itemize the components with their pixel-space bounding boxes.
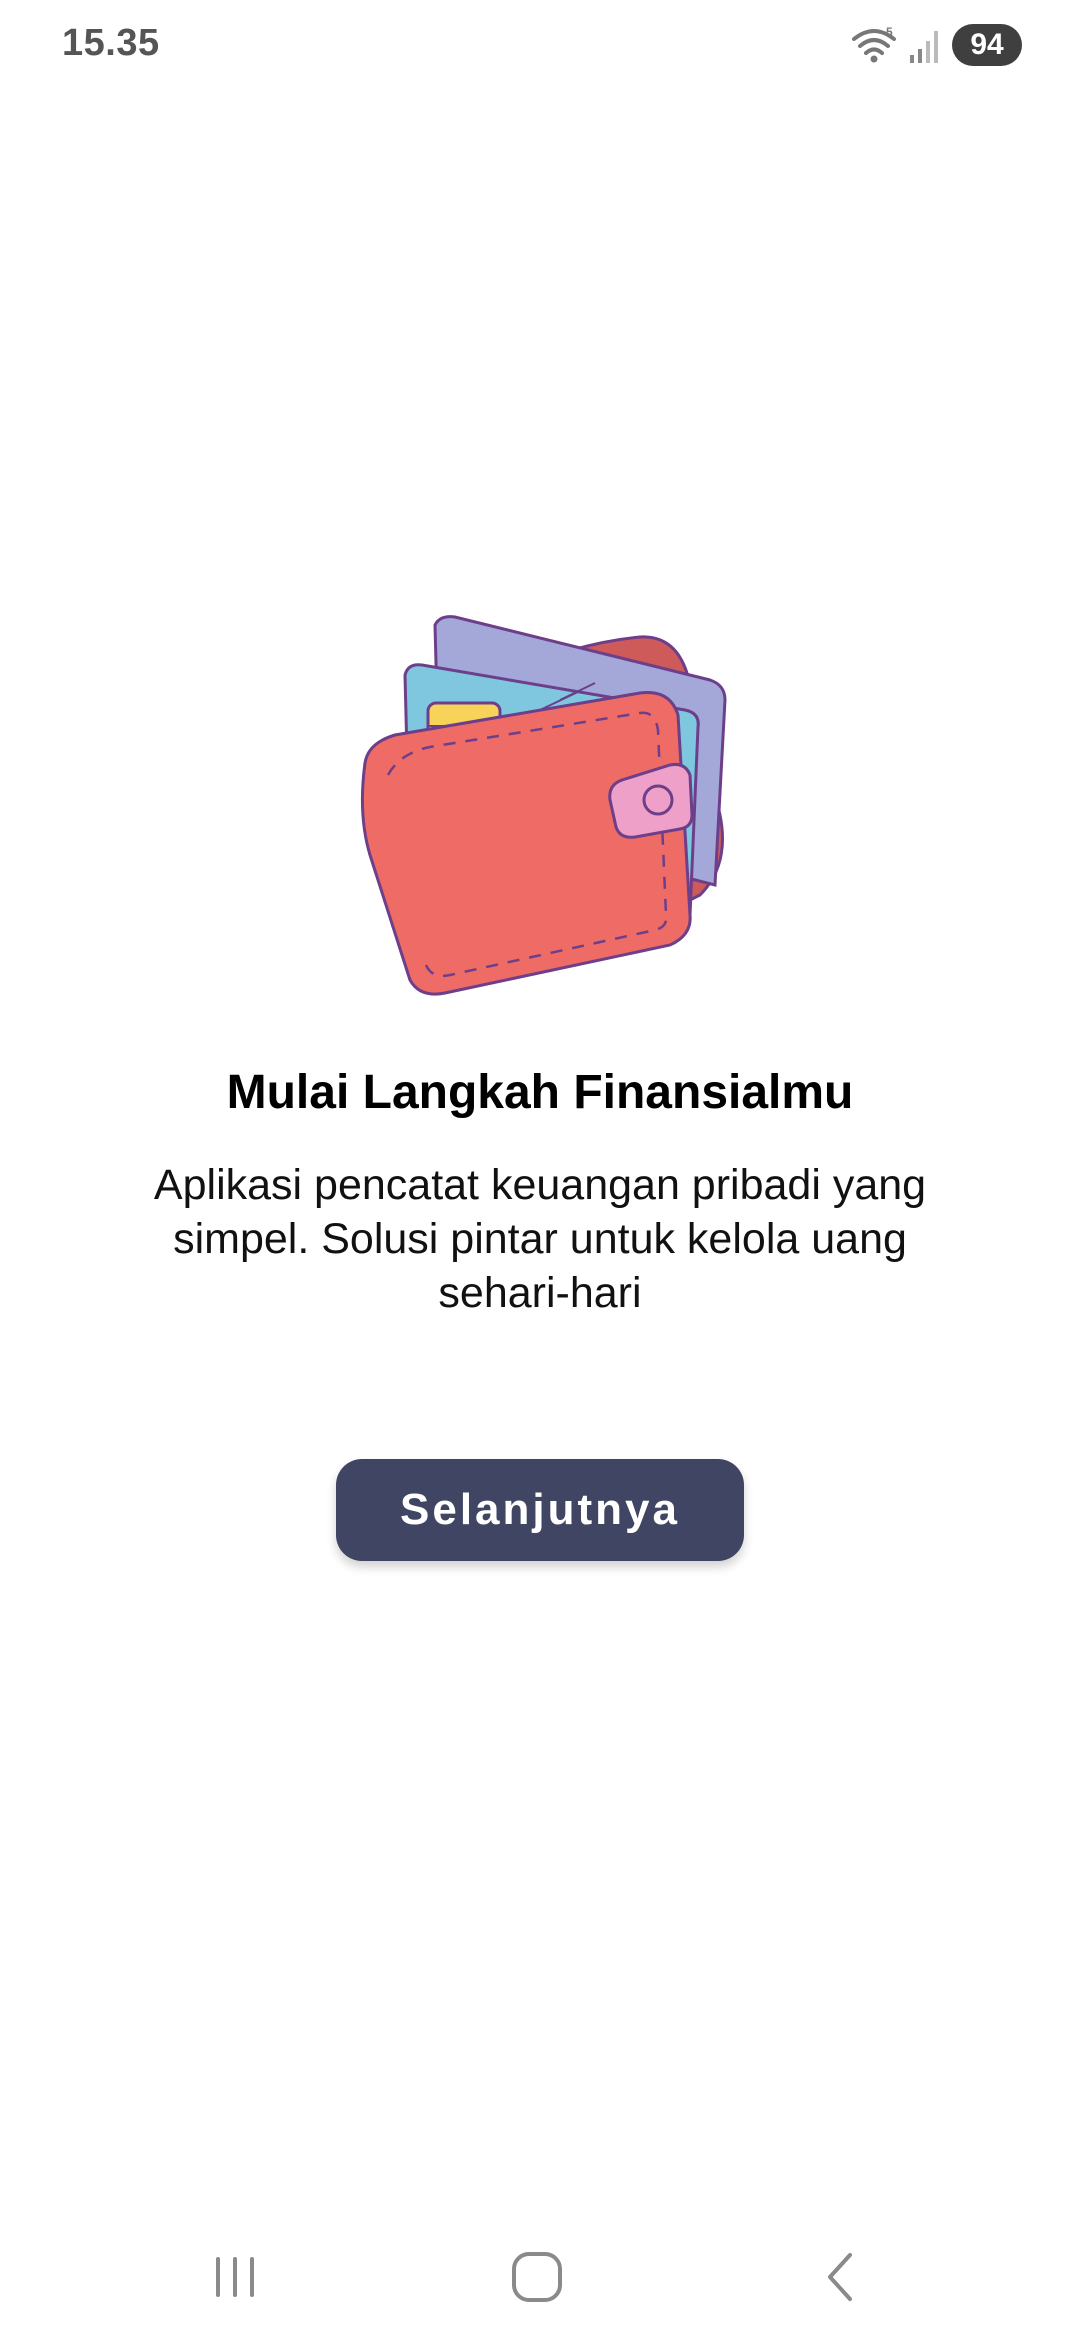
battery-icon: 94 bbox=[952, 24, 1022, 66]
status-time: 15.35 bbox=[62, 22, 160, 64]
status-bar: 15.35 5 94 bbox=[0, 0, 1080, 92]
onboarding-description: Aplikasi pencatat keuangan pribadi yang … bbox=[153, 1161, 927, 1317]
status-icons: 5 94 bbox=[850, 22, 1022, 68]
navigation-bar bbox=[0, 2240, 1080, 2340]
onboarding-title: Mulai Langkah Finansialmu bbox=[226, 1066, 854, 1119]
signal-icon bbox=[908, 25, 942, 65]
recent-apps-icon[interactable] bbox=[190, 2242, 280, 2312]
wallet-illustration bbox=[340, 615, 740, 1005]
wifi-icon: 5 bbox=[850, 25, 898, 65]
next-button[interactable]: Selanjutnya bbox=[336, 1459, 744, 1561]
home-icon[interactable] bbox=[492, 2242, 582, 2312]
back-icon[interactable] bbox=[795, 2242, 885, 2312]
svg-text:5: 5 bbox=[886, 25, 893, 39]
